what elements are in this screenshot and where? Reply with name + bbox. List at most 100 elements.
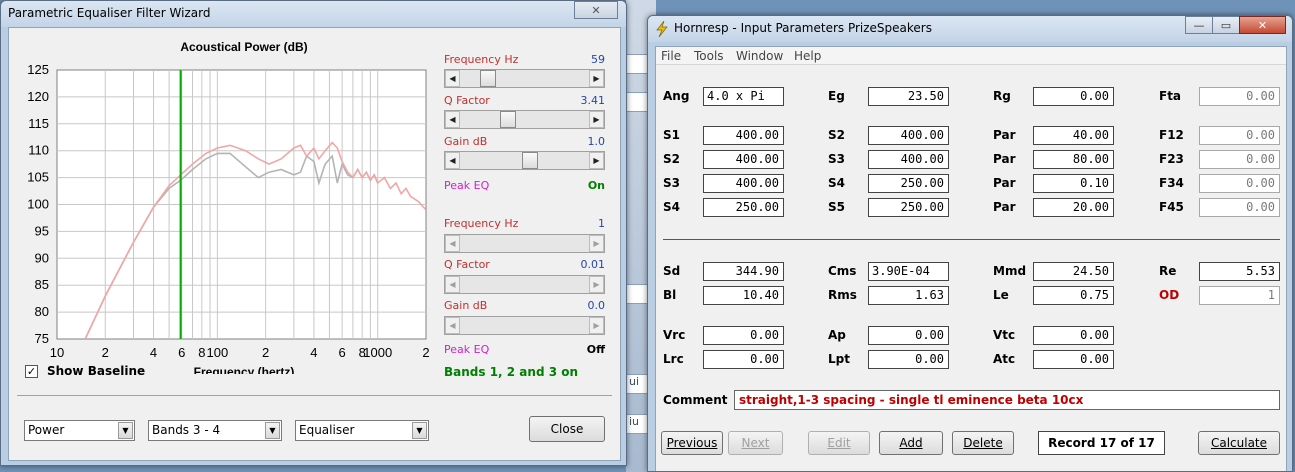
param-field-f45[interactable]: 0.00 <box>1199 198 1280 217</box>
param-field-par[interactable]: 80.00 <box>1033 150 1114 169</box>
minimize-button[interactable]: — <box>1185 16 1213 34</box>
band-b-peak-eq-value[interactable]: Off <box>555 343 605 356</box>
band-b-frequency-label: Frequency Hz <box>444 217 519 230</box>
param-label-s2: S2 <box>663 152 680 166</box>
add-button[interactable]: Add <box>879 431 943 455</box>
param-field-s4[interactable]: 250.00 <box>703 198 784 217</box>
band-a-q-label: Q Factor <box>444 94 490 107</box>
x-tick-label: 2 <box>422 345 429 360</box>
arrow-right-icon[interactable]: ▶ <box>589 276 604 293</box>
param-field-s4[interactable]: 250.00 <box>868 174 949 193</box>
band-a-frequency-label: Frequency Hz <box>444 53 519 66</box>
hornresp-titlebar[interactable]: Hornresp - Input Parameters PrizeSpeaker… <box>648 16 1292 42</box>
arrow-left-icon[interactable]: ◀ <box>445 111 460 128</box>
type-combo[interactable]: Power ▼ <box>24 420 135 441</box>
param-field-f12[interactable]: 0.00 <box>1199 126 1280 145</box>
band-a-peak-eq-value[interactable]: On <box>555 179 605 192</box>
param-field-cms[interactable]: 3.90E-04 <box>868 262 949 281</box>
param-label-cms: Cms <box>828 264 857 278</box>
slider-thumb[interactable] <box>480 70 497 87</box>
calculate-button[interactable]: Calculate <box>1198 431 1280 455</box>
param-field-s1[interactable]: 400.00 <box>703 126 784 145</box>
menu-help[interactable]: Help <box>794 49 821 63</box>
slider-thumb[interactable] <box>522 152 539 169</box>
param-field-s2[interactable]: 400.00 <box>703 150 784 169</box>
param-field-mmd[interactable]: 24.50 <box>1033 262 1114 281</box>
menu-tools[interactable]: Tools <box>694 49 724 63</box>
arrow-left-icon[interactable]: ◀ <box>445 276 460 293</box>
param-field-s2[interactable]: 400.00 <box>868 126 949 145</box>
close-button[interactable]: Close <box>529 416 605 442</box>
chevron-down-icon[interactable]: ▼ <box>412 422 427 439</box>
band-b-frequency-slider[interactable]: ◀ ▶ <box>444 234 605 253</box>
arrow-left-icon[interactable]: ◀ <box>445 152 460 169</box>
arrow-left-icon[interactable]: ◀ <box>445 235 460 252</box>
y-tick-label: 110 <box>28 143 49 158</box>
eq-close-window-button[interactable]: ✕ <box>574 1 618 19</box>
y-tick-labels: 125 120 115 110 105 100 95 90 85 80 75 <box>27 62 49 346</box>
arrow-right-icon[interactable]: ▶ <box>589 111 604 128</box>
comment-label: Comment <box>663 393 728 407</box>
param-field-eg[interactable]: 23.50 <box>868 87 949 106</box>
param-field-rms[interactable]: 1.63 <box>868 286 949 305</box>
hornresp-close-window-button[interactable]: ✕ <box>1239 16 1286 34</box>
menu-window[interactable]: Window <box>736 49 783 63</box>
previous-button[interactable]: Previous <box>661 431 723 455</box>
arrow-right-icon[interactable]: ▶ <box>589 235 604 252</box>
show-baseline-checkbox[interactable]: ✓ <box>25 365 38 378</box>
edit-button[interactable]: Edit <box>808 431 870 455</box>
arrow-left-icon[interactable]: ◀ <box>445 70 460 87</box>
band-a-frequency-value: 59 <box>591 53 605 66</box>
param-field-re[interactable]: 5.53 <box>1199 262 1280 281</box>
param-field-sd[interactable]: 344.90 <box>703 262 784 281</box>
bands-combo[interactable]: Bands 3 - 4 ▼ <box>148 420 282 441</box>
slider-thumb[interactable] <box>499 111 516 128</box>
y-tick-label: 120 <box>27 89 49 104</box>
param-field-lrc[interactable]: 0.00 <box>703 350 784 369</box>
param-field-ap[interactable]: 0.00 <box>868 326 949 345</box>
band-b-gain-slider[interactable]: ◀ ▶ <box>444 316 605 335</box>
param-field-vrc[interactable]: 0.00 <box>703 326 784 345</box>
param-label-rms: Rms <box>828 288 857 302</box>
param-field-par[interactable]: 0.10 <box>1033 174 1114 193</box>
arrow-right-icon[interactable]: ▶ <box>589 152 604 169</box>
arrow-left-icon[interactable]: ◀ <box>445 317 460 334</box>
param-label-vrc: Vrc <box>663 328 686 342</box>
menu-file[interactable]: File <box>661 49 681 63</box>
param-label-par: Par <box>993 200 1016 214</box>
param-label-rg: Rg <box>993 89 1011 103</box>
arrow-right-icon[interactable]: ▶ <box>589 317 604 334</box>
param-label-ang: Ang <box>663 89 690 103</box>
param-field-atc[interactable]: 0.00 <box>1033 350 1114 369</box>
param-field-ang[interactable]: 4.0 x Pi <box>703 87 784 106</box>
band-a-gain-slider[interactable]: ◀ ▶ <box>444 151 605 170</box>
param-field-f34[interactable]: 0.00 <box>1199 174 1280 193</box>
param-field-le[interactable]: 0.75 <box>1033 286 1114 305</box>
chevron-down-icon[interactable]: ▼ <box>265 422 280 439</box>
param-field-rg[interactable]: 0.00 <box>1033 87 1114 106</box>
arrow-right-icon[interactable]: ▶ <box>589 70 604 87</box>
param-field-par[interactable]: 20.00 <box>1033 198 1114 217</box>
band-a-frequency-slider[interactable]: ◀ ▶ <box>444 69 605 88</box>
hornresp-client-area: File Tools Window Help Ang 4.0 x Pi Eg 23.5… <box>655 46 1287 471</box>
param-field-s3[interactable]: 400.00 <box>868 150 949 169</box>
delete-button[interactable]: Delete <box>952 431 1014 455</box>
param-label-f34: F34 <box>1159 176 1184 190</box>
param-field-fta[interactable]: 0.00 <box>1199 87 1280 106</box>
next-button[interactable]: Next <box>728 431 783 455</box>
band-b-q-slider[interactable]: ◀ ▶ <box>444 275 605 294</box>
comment-field[interactable]: straight,1-3 spacing - single tl eminenc… <box>734 390 1280 410</box>
param-field-bl[interactable]: 10.40 <box>703 286 784 305</box>
restore-button[interactable]: ▭ <box>1212 16 1240 34</box>
band-a-q-slider[interactable]: ◀ ▶ <box>444 110 605 129</box>
param-field-s3[interactable]: 400.00 <box>703 174 784 193</box>
param-field-s5[interactable]: 250.00 <box>868 198 949 217</box>
param-field-par[interactable]: 40.00 <box>1033 126 1114 145</box>
param-field-f23[interactable]: 0.00 <box>1199 150 1280 169</box>
param-field-vtc[interactable]: 0.00 <box>1033 326 1114 345</box>
param-field-od[interactable]: 1 <box>1199 286 1280 305</box>
param-field-lpt[interactable]: 0.00 <box>868 350 949 369</box>
mode-combo[interactable]: Equaliser ▼ <box>295 420 429 441</box>
eq-titlebar[interactable]: Parametric Equaliser Filter Wizard ✕ <box>1 1 626 27</box>
chevron-down-icon[interactable]: ▼ <box>118 422 133 439</box>
